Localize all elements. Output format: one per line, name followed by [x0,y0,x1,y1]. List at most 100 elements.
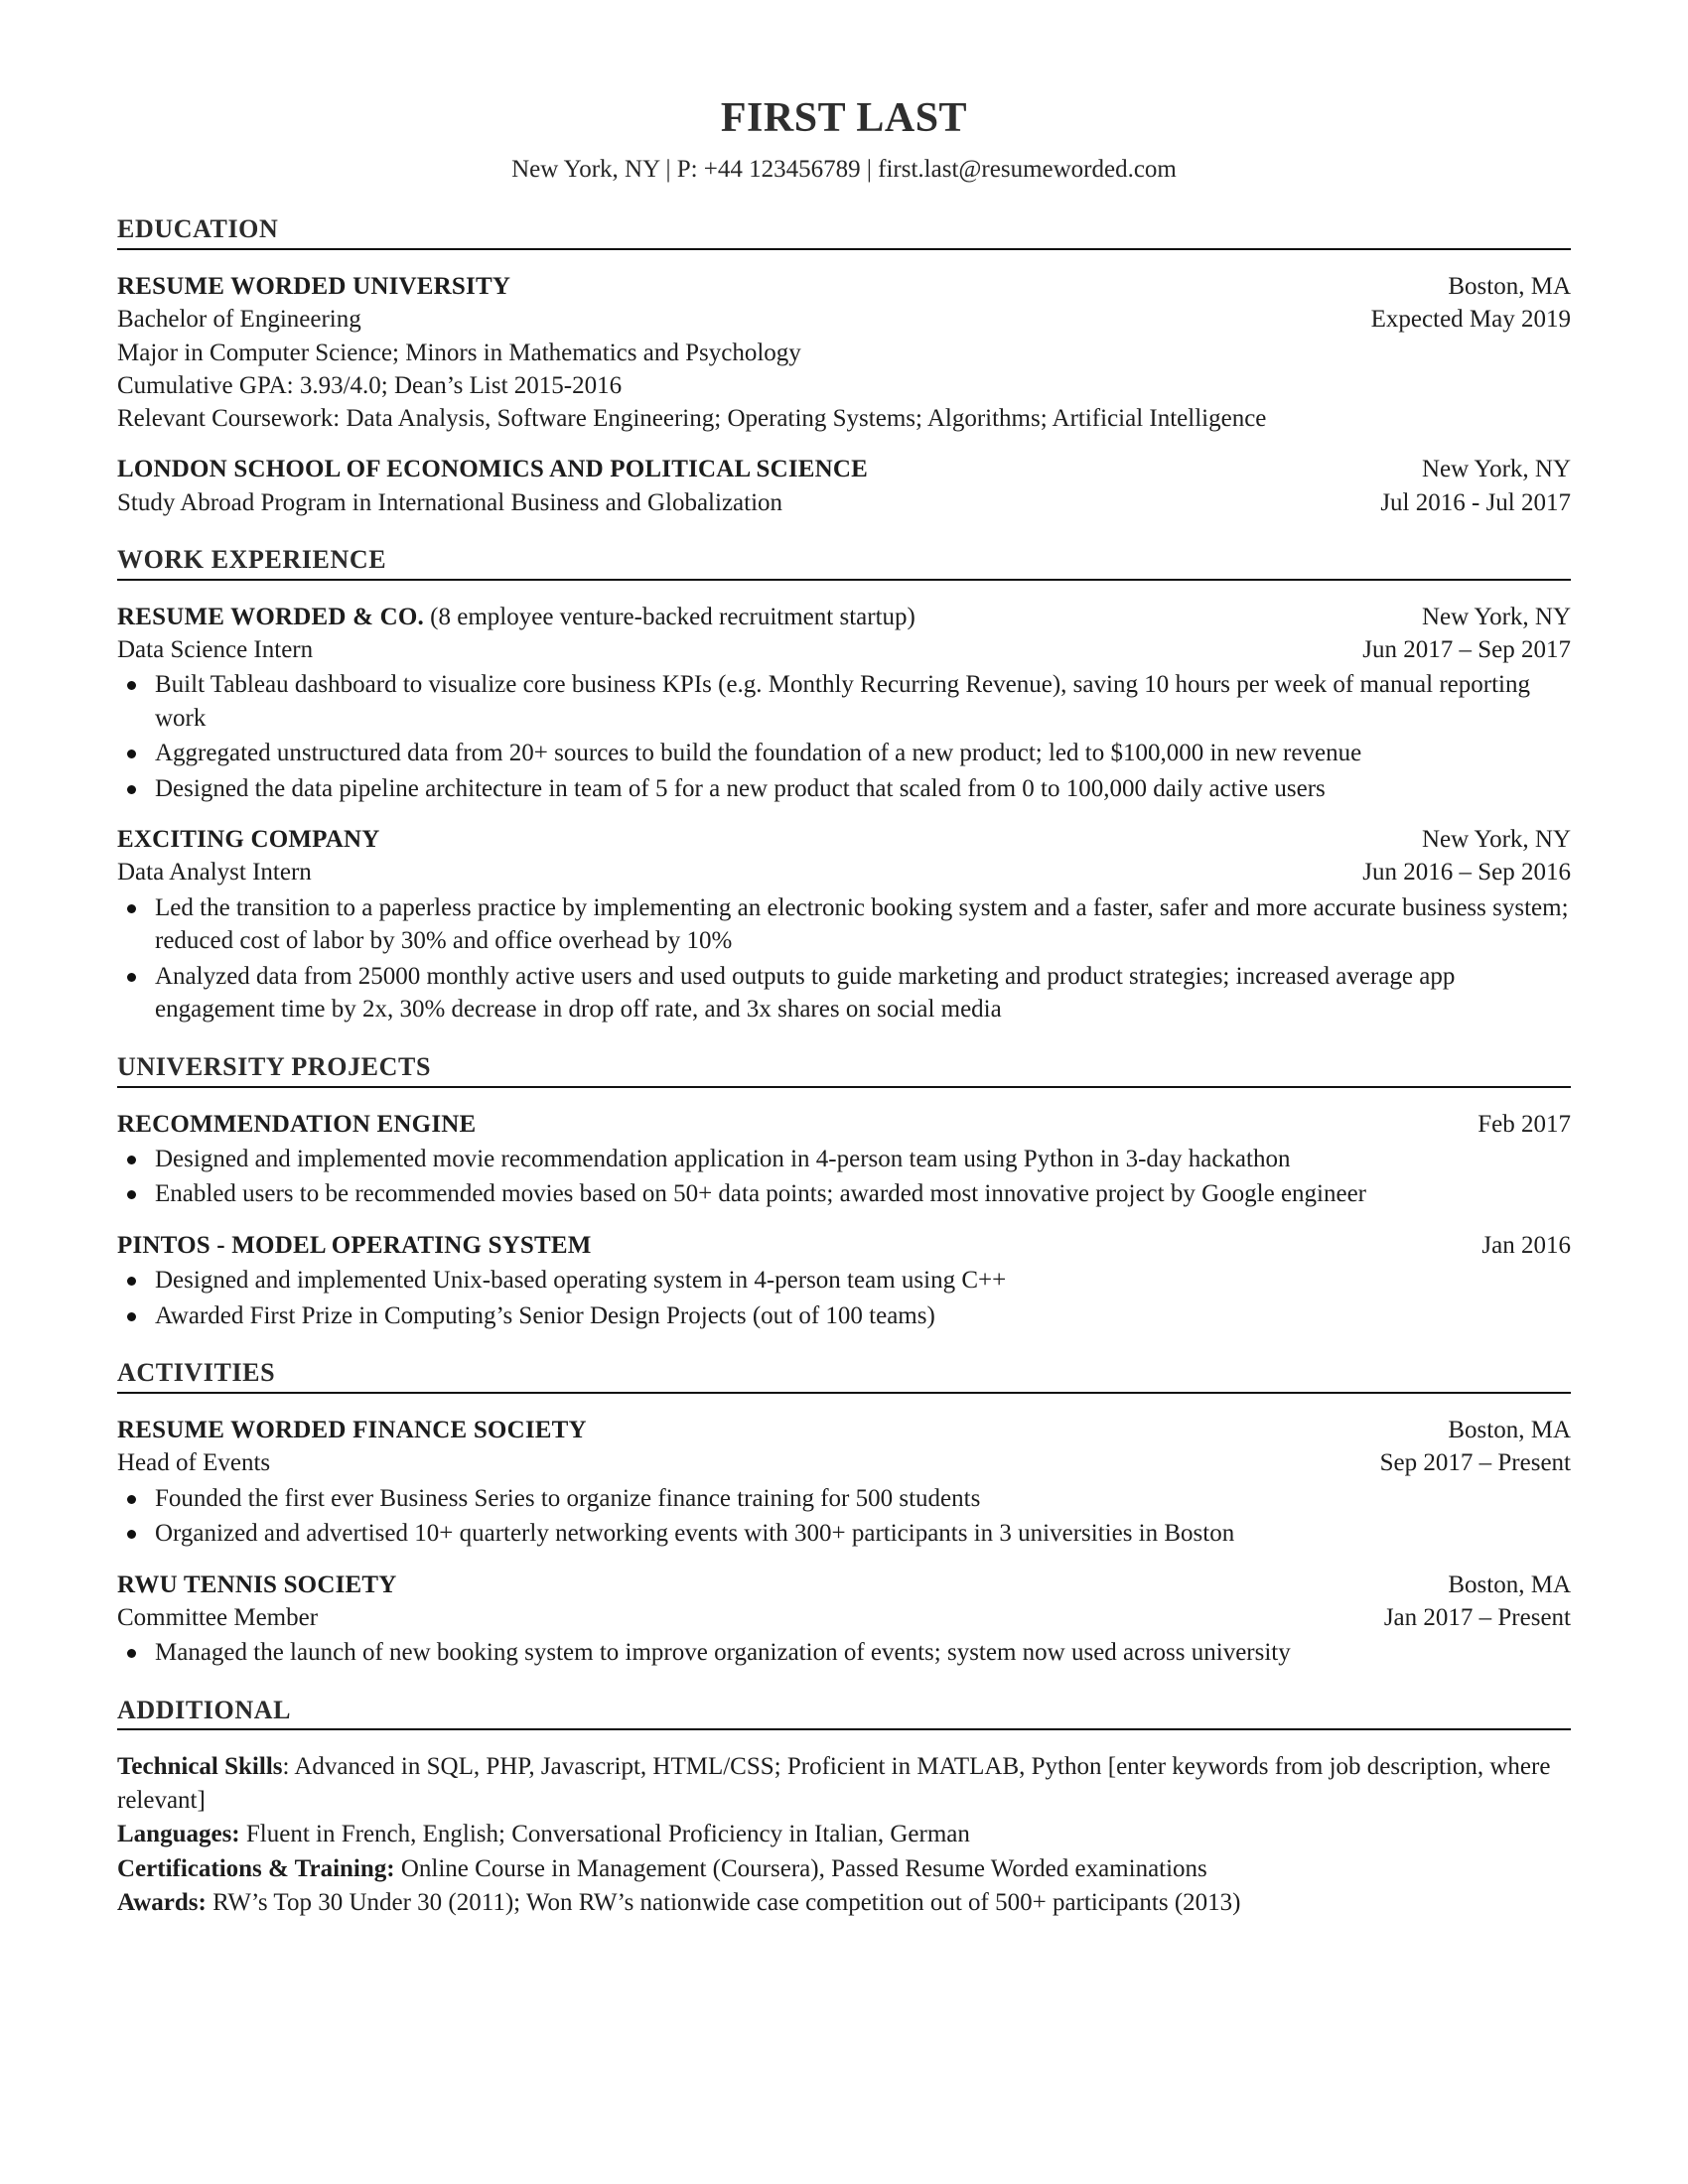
entry-row: Relevant Coursework: Data Analysis, Soft… [117,402,1571,435]
section-additional: ADDITIONAL Technical Skills: Advanced in… [117,1696,1571,1920]
entry-left: Data Analyst Intern [117,856,336,888]
bullet-item: Founded the first ever Business Series t… [117,1482,1571,1516]
entry-location: Boston, MA [1448,1417,1571,1443]
section-education: EDUCATION RESUME WORDED UNIVERSITY Boston… [117,214,1571,519]
bullet-list: Designed and implemented movie recommend… [117,1143,1571,1211]
entry-row: RESUME WORDED UNIVERSITY Boston, MA [117,270,1571,303]
additional-label: Languages: [117,1821,240,1848]
organization-name: RESUME WORDED & CO. [117,603,424,630]
section-divider [117,1728,1571,1731]
section-title-additional: ADDITIONAL [117,1695,292,1724]
organization-note: (8 employee venture-backed recruitment s… [423,603,915,630]
work-entry-list: RESUME WORDED & CO. (8 employee venture-… [117,601,1571,1026]
entry-row: EXCITING COMPANY New York, NY [117,823,1571,856]
bullet-item: Enabled users to be recommended movies b… [117,1177,1571,1211]
entry-date: Sep 2017 – Present [1379,1449,1571,1477]
additional-label: Certifications & Training: [117,1854,395,1882]
entry-location: New York, NY [1421,456,1571,483]
bullet-list: Built Tableau dashboard to visualize cor… [117,668,1571,805]
entry-date: Jan 2017 – Present [1383,1603,1571,1631]
section-divider [117,1085,1571,1088]
additional-line: Languages: Fluent in French, English; Co… [117,1818,1571,1851]
section-work-experience: WORK EXPERIENCE RESUME WORDED & CO. (8 e… [117,545,1571,1026]
job-title: Data Analyst Intern [117,859,312,887]
education-detail: Cumulative GPA: 3.93/4.0; Dean’s List 20… [117,371,623,399]
additional-line: Certifications & Training: Online Course… [117,1852,1571,1886]
entry-row: Bachelor of Engineering Expected May 2019 [117,303,1571,336]
bullet-item: Aggregated unstructured data from 20+ so… [117,737,1571,770]
section-divider [117,248,1571,251]
project-entry: RECOMMENDATION ENGINE Feb 2017 Designed an… [117,1108,1571,1211]
section-title-activities: ACTIVITIES [117,1358,276,1388]
bullet-list: Designed and implemented Unix-based oper… [117,1264,1571,1332]
bullet-item: Led the transition to a paperless practi… [117,891,1571,958]
entry-row: RECOMMENDATION ENGINE Feb 2017 [117,1108,1571,1141]
section-activities: ACTIVITIES RESUME WORDED FINANCE SOCIETY… [117,1358,1571,1669]
organization-name: RWU TENNIS SOCIETY [117,1570,397,1598]
entry-row: Cumulative GPA: 3.93/4.0; Dean’s List 20… [117,369,1571,402]
section-title-work-experience: WORK EXPERIENCE [117,544,387,574]
entry-date: Expected May 2019 [1370,306,1571,334]
project-name: RECOMMENDATION ENGINE [117,1110,477,1138]
entry-row: Major in Computer Science; Minors in Mat… [117,337,1571,369]
entry-row: PINTOS - MODEL OPERATING SYSTEM Jan 2016 [117,1229,1571,1262]
section-divider [117,1392,1571,1394]
additional-text: : Advanced in SQL, PHP, Javascript, HTML… [117,1753,1551,1814]
work-entry: EXCITING COMPANY New York, NY Data Analyst… [117,823,1571,1026]
role-title: Committee Member [117,1603,319,1631]
education-detail: Relevant Coursework: Data Analysis, Soft… [117,405,1267,433]
additional-text: Fluent in French, English; Conversationa… [239,1821,970,1848]
education-detail: Major in Computer Science; Minors in Mat… [117,339,801,366]
entry-location: New York, NY [1421,603,1571,630]
entry-row: Committee Member Jan 2017 – Present [117,1601,1571,1634]
additional-line: Awards: RW’s Top 30 Under 30 (2011); Won… [117,1886,1571,1920]
entry-row: LONDON SCHOOL OF ECONOMICS AND POLITICAL… [117,453,1571,485]
entry-date: Jan 2016 [1481,1231,1571,1259]
entry-location: Boston, MA [1448,273,1571,301]
bullet-list: Founded the first ever Business Series t… [117,1482,1571,1551]
entry-left: RESUME WORDED UNIVERSITY [117,270,534,303]
entry-left: LONDON SCHOOL OF ECONOMICS AND POLITICAL… [117,453,892,485]
entry-row: RESUME WORDED & CO. (8 employee venture-… [117,601,1571,633]
work-entry: RESUME WORDED & CO. (8 employee venture-… [117,601,1571,806]
organization-name: EXCITING COMPANY [117,826,380,854]
entry-left: RECOMMENDATION ENGINE [117,1108,499,1141]
additional-text: RW’s Top 30 Under 30 (2011); Won RW’s na… [206,1889,1241,1917]
additional-line: Technical Skills: Advanced in SQL, PHP, … [117,1750,1571,1817]
project-name: PINTOS - MODEL OPERATING SYSTEM [117,1231,592,1259]
entry-row: Data Analyst Intern Jun 2016 – Sep 2016 [117,856,1571,888]
project-entry-list: RECOMMENDATION ENGINE Feb 2017 Designed an… [117,1108,1571,1333]
job-title: Data Science Intern [117,635,314,663]
entry-left: Committee Member [117,1601,342,1634]
entry-left: RESUME WORDED & CO. (8 employee venture-… [117,601,939,633]
activity-entry: RESUME WORDED FINANCE SOCIETY Boston, MA H… [117,1414,1571,1551]
entry-left: EXCITING COMPANY [117,823,404,856]
entry-row: Study Abroad Program in International Bu… [117,486,1571,519]
entry-row: Data Science Intern Jun 2017 – Sep 2017 [117,633,1571,666]
activity-entry-list: RESUME WORDED FINANCE SOCIETY Boston, MA H… [117,1414,1571,1670]
additional-label: Technical Skills [117,1753,283,1781]
additional-line-list: Technical Skills: Advanced in SQL, PHP, … [117,1750,1571,1920]
bullet-item: Managed the launch of new booking system… [117,1636,1571,1670]
entry-date: Jun 2017 – Sep 2017 [1362,635,1571,663]
section-title-education: EDUCATION [117,214,279,244]
education-entry-list: RESUME WORDED UNIVERSITY Boston, MA Bachel… [117,270,1571,519]
entry-subtitle: Study Abroad Program in International Bu… [117,488,783,516]
entry-subtitle: Bachelor of Engineering [117,306,361,334]
role-title: Head of Events [117,1449,271,1477]
entry-row: Head of Events Sep 2017 – Present [117,1446,1571,1479]
entry-date: Jun 2016 – Sep 2016 [1362,859,1571,887]
organization-name: RESUME WORDED UNIVERSITY [117,273,511,301]
entry-location: Boston, MA [1448,1570,1571,1598]
section-divider [117,578,1571,581]
organization-name: RESUME WORDED FINANCE SOCIETY [117,1417,587,1443]
education-entry: RESUME WORDED UNIVERSITY Boston, MA Bachel… [117,270,1571,435]
entry-date: Feb 2017 [1477,1110,1571,1138]
bullet-item: Organized and advertised 10+ quarterly n… [117,1517,1571,1551]
bullet-list: Led the transition to a paperless practi… [117,891,1571,1026]
project-entry: PINTOS - MODEL OPERATING SYSTEM Jan 2016 D… [117,1229,1571,1332]
organization-name: LONDON SCHOOL OF ECONOMICS AND POLITICAL… [117,456,869,483]
page-title: FIRST LAST [720,95,968,141]
entry-left: Head of Events [117,1446,294,1479]
entry-row: RWU TENNIS SOCIETY Boston, MA [117,1569,1571,1601]
